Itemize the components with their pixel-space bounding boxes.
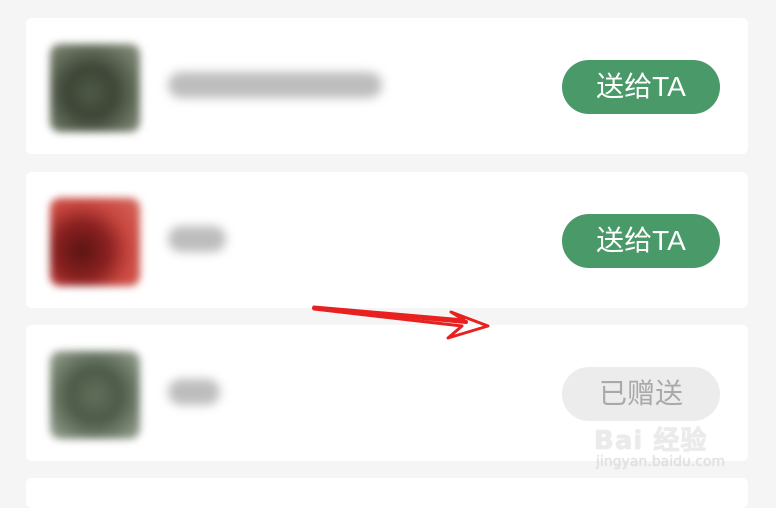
annotation-arrow-icon	[312, 305, 490, 340]
friend-name-blurred	[168, 226, 226, 252]
friend-row: 送给TA	[26, 18, 748, 154]
friend-name-blurred	[168, 379, 220, 405]
friend-name-blurred	[168, 72, 382, 98]
friend-avatar	[50, 198, 140, 286]
friend-avatar	[50, 44, 140, 132]
gift-sent-status-button: 已赠送	[562, 367, 720, 421]
send-gift-button[interactable]: 送给TA	[562, 60, 720, 114]
friend-row: 送给TA	[26, 172, 748, 308]
send-gift-button[interactable]: 送给TA	[562, 214, 720, 268]
watermark-brand: Bai 经验	[594, 426, 708, 456]
friend-row-partial	[26, 478, 748, 508]
baidu-jingyan-watermark: Bai 经验 jingyan.baidu.com	[594, 420, 754, 476]
friend-avatar	[50, 351, 140, 439]
watermark-url: jingyan.baidu.com	[596, 454, 726, 470]
